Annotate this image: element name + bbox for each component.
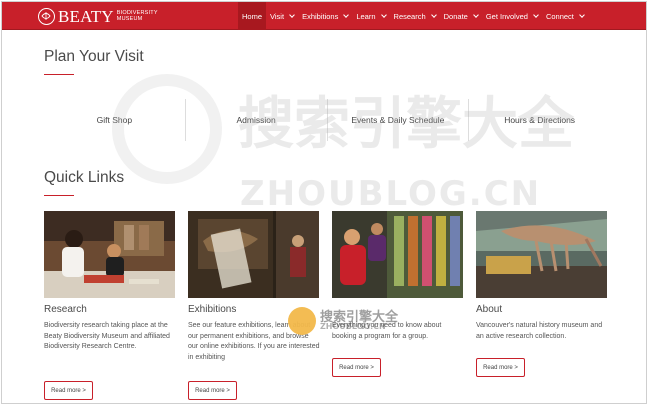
site-logo[interactable]: BEATY BIODIVERSITY MUSEUM: [38, 7, 158, 25]
heading-underline: [44, 195, 74, 196]
nav-connect[interactable]: Connect: [542, 2, 588, 30]
card-research: Research Biodiversity research taking pl…: [44, 211, 175, 400]
museum-logo-icon: [38, 7, 55, 25]
link-hours-directions[interactable]: Hours & Directions: [469, 99, 610, 141]
chevron-down-icon: [343, 11, 350, 18]
chevron-down-icon: [533, 11, 539, 18]
nav-visit[interactable]: Visit: [266, 2, 298, 30]
card-title[interactable]: Exhibitions: [188, 304, 236, 315]
nav-research[interactable]: Research: [390, 2, 440, 30]
research-lab-image[interactable]: [44, 211, 175, 298]
card-about: About Vancouver's natural history museum…: [476, 211, 607, 377]
read-more-button[interactable]: Read more >: [476, 358, 525, 377]
link-gift-shop[interactable]: Gift Shop: [44, 99, 185, 141]
card-groups: Everything you need to know about bookin…: [332, 211, 463, 377]
read-more-button[interactable]: Read more >: [44, 381, 93, 400]
link-admission[interactable]: Admission: [186, 99, 327, 141]
card-title[interactable]: Research: [44, 304, 87, 315]
quick-links-heading: Quick Links: [44, 169, 125, 186]
plan-visit-heading: Plan Your Visit: [44, 48, 144, 65]
brand-name: BEATY: [58, 6, 114, 26]
chevron-down-icon: [430, 11, 437, 18]
card-title[interactable]: About: [476, 304, 502, 315]
heading-underline: [44, 74, 74, 75]
nav-exhibitions[interactable]: Exhibitions: [298, 2, 352, 30]
chevron-down-icon: [472, 11, 479, 18]
watermark-small-logo-icon: [288, 307, 316, 335]
chevron-down-icon: [289, 11, 295, 18]
browser-viewport: BEATY BIODIVERSITY MUSEUM Home Visit Exh…: [1, 1, 647, 404]
card-description: Everything you need to know about bookin…: [332, 322, 442, 340]
nav-home[interactable]: Home: [238, 2, 267, 30]
groups-image[interactable]: [332, 211, 463, 298]
site-header: BEATY BIODIVERSITY MUSEUM Home Visit Exh…: [2, 2, 646, 30]
brand-subtitle-2: MUSEUM: [116, 16, 143, 22]
nav-get-involved[interactable]: Get Involved: [482, 2, 542, 30]
chevron-down-icon: [380, 11, 387, 18]
main-nav: Home Visit Exhibitions Learn Research Do…: [238, 2, 588, 30]
nav-learn[interactable]: Learn: [352, 2, 389, 30]
card-exhibitions: Exhibitions See our feature exhibitions,…: [188, 211, 320, 400]
exhibitions-image[interactable]: [188, 211, 319, 298]
whale-skeleton-image[interactable]: [476, 211, 607, 298]
card-description: Vancouver's natural history museum and a…: [476, 322, 603, 340]
chevron-down-icon: [579, 11, 585, 18]
watermark-url: ZHOUBLOG.CN: [240, 174, 542, 214]
read-more-button[interactable]: Read more >: [332, 358, 381, 377]
plan-visit-links: Gift Shop Admission Events & Daily Sched…: [44, 99, 610, 141]
card-description: Biodiversity research taking place at th…: [44, 322, 170, 350]
link-events-schedule[interactable]: Events & Daily Schedule: [328, 99, 469, 141]
read-more-button[interactable]: Read more >: [188, 381, 237, 400]
nav-donate[interactable]: Donate: [440, 2, 482, 30]
